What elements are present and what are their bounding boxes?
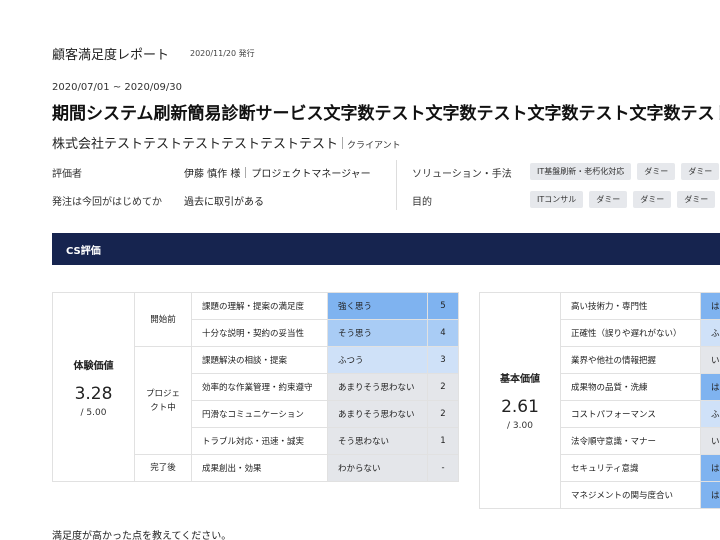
evaluator-role: プロジェクトマネージャー	[251, 169, 371, 180]
cs-section-header: CS評価	[52, 233, 720, 265]
answer-cell: そう思わない	[327, 427, 428, 455]
category-name: 基本価値	[500, 374, 540, 385]
item-label: 高い技術力・専門性	[560, 292, 701, 320]
purpose-tags: ITコンサル ダミー ダミー ダミー	[530, 191, 716, 208]
solution-tag: ダミー	[681, 163, 720, 180]
answer-cell: は	[700, 481, 720, 509]
answer-cell: ふ	[700, 400, 720, 428]
answer-cell: そう思う	[327, 319, 428, 347]
answer-cell: い	[700, 427, 720, 455]
item-label: 正確性（誤りや遅れがない）	[560, 319, 701, 347]
score-cell: 3	[427, 346, 459, 374]
answer-cell: は	[700, 373, 720, 401]
item-label: マネジメントの関与度合い	[560, 481, 701, 509]
purpose-label: 目的	[412, 197, 432, 208]
purpose-tag: ダミー	[677, 191, 716, 208]
category-max: / 3.00	[507, 421, 533, 431]
score-cell: -	[427, 454, 459, 482]
phase-label: 開始前	[134, 292, 192, 347]
item-label: 効率的な作業管理・約束遵守	[191, 373, 328, 401]
item-label: 成果物の品質・洗練	[560, 373, 701, 401]
evaluator-value: 伊藤 慎作 様プロジェクトマネージャー	[184, 165, 371, 180]
item-label: 十分な説明・契約の妥当性	[191, 319, 328, 347]
issue-date: 2020/11/20 発行	[190, 49, 255, 58]
item-label: 円滑なコミュニケーション	[191, 400, 328, 428]
section-title: CS評価	[66, 246, 101, 257]
answer-cell: い	[700, 346, 720, 374]
experience-summary: 体験価値 3.28 / 5.00	[52, 292, 135, 482]
category-name: 体験価値	[73, 360, 114, 372]
score-cell: 2	[427, 400, 459, 428]
category-score: 3.28	[74, 383, 113, 404]
solution-tag: ダミー	[637, 163, 676, 180]
evaluator-label: 評価者	[52, 169, 82, 180]
item-label: 業界や他社の情報把握	[560, 346, 701, 374]
purpose-tag: ITコンサル	[530, 191, 584, 208]
report-title: 顧客満足度レポート	[52, 48, 170, 63]
answer-cell: 強く思う	[327, 292, 428, 320]
company-role: クライアント	[347, 141, 401, 151]
answer-cell: わからない	[327, 454, 428, 482]
score-cell: 2	[427, 373, 459, 401]
report-period: 2020/07/01 ~ 2020/09/30	[52, 82, 183, 93]
item-label: トラブル対応・迅速・誠実	[191, 427, 328, 455]
service-title: 期間システム刷新簡易診断サービス文字数テスト文字数テスト文字数テスト文字数テスト	[52, 104, 720, 124]
answer-cell: あまりそう思わない	[327, 400, 428, 428]
item-label: 課題の理解・提案の満足度	[191, 292, 328, 320]
satisfaction-question: 満足度が高かった点を教えてください。	[52, 531, 232, 540]
purpose-tag: ダミー	[633, 191, 672, 208]
answer-cell: ふつう	[327, 346, 428, 374]
table-row: 体験価値 3.28 / 5.00 開始前 課題の理解・提案の満足度 強く思う 5	[52, 292, 459, 482]
company-line: 株式会社テストテストテストテストテストテスト クライアント	[52, 133, 401, 152]
phase-label: プロジェ クト中	[134, 346, 192, 455]
category-score: 2.61	[501, 397, 539, 417]
basic-table: 基本価値 2.61 / 3.00 高い技術力・専門性 は 正確性（誤りや遅れがな…	[479, 292, 720, 509]
item-label: 成果創出・効果	[191, 454, 328, 482]
basic-summary: 基本価値 2.61 / 3.00	[479, 292, 561, 509]
divider	[342, 137, 344, 149]
item-label: 課題解決の相談・提案	[191, 346, 328, 374]
score-cell: 5	[427, 292, 459, 320]
meta-divider	[396, 160, 397, 210]
solution-tags: IT基盤刷新・老朽化対応 ダミー ダミー	[530, 163, 720, 180]
answer-cell: は	[700, 454, 720, 482]
divider	[245, 167, 247, 178]
item-label: 法令順守意識・マナー	[560, 427, 701, 455]
order-value: 過去に取引がある	[184, 197, 264, 208]
phase-label: 完了後	[134, 454, 192, 482]
solution-label: ソリューション・手法	[412, 169, 512, 180]
answer-cell: ふ	[700, 319, 720, 347]
experience-table: 体験価値 3.28 / 5.00 開始前 課題の理解・提案の満足度 強く思う 5…	[52, 292, 459, 482]
category-max: / 5.00	[80, 407, 107, 418]
order-label: 発注は今回がはじめてか	[52, 197, 162, 208]
item-label: セキュリティ意識	[560, 454, 701, 482]
answer-cell: は	[700, 292, 720, 320]
item-label: コストパフォーマンス	[560, 400, 701, 428]
score-cell: 1	[427, 427, 459, 455]
score-cell: 4	[427, 319, 459, 347]
evaluator-name: 伊藤 慎作 様	[184, 169, 241, 180]
solution-tag: IT基盤刷新・老朽化対応	[530, 163, 632, 180]
answer-cell: あまりそう思わない	[327, 373, 428, 401]
company-name: 株式会社テストテストテストテストテストテスト	[52, 137, 339, 152]
table-row: 基本価値 2.61 / 3.00 高い技術力・専門性 は	[479, 292, 720, 509]
purpose-tag: ダミー	[589, 191, 628, 208]
